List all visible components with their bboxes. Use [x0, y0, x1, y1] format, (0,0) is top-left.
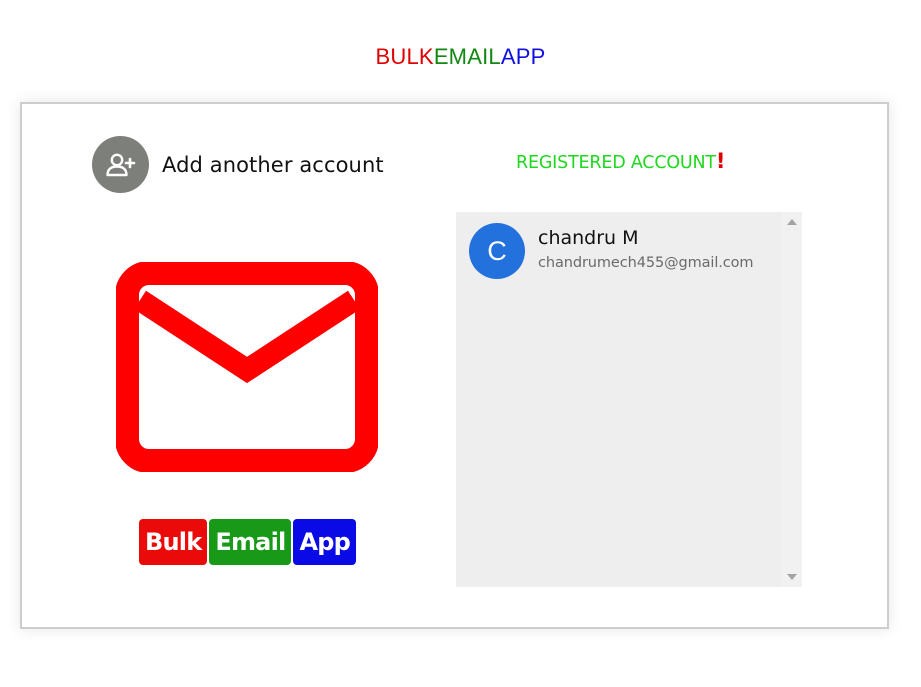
add-account-avatar[interactable]	[92, 136, 149, 193]
brand-badges: Bulk Email App	[139, 519, 356, 565]
alert-mark: !	[715, 149, 726, 173]
account-email: chandrumech455@gmail.com	[538, 255, 754, 271]
add-account-label[interactable]: Add another account	[162, 153, 384, 177]
brand-badge-app: App	[293, 519, 356, 565]
app-title: BULKEMAILAPP	[0, 44, 921, 70]
app-title-email: EMAIL	[433, 44, 501, 69]
account-name: chandru M	[538, 227, 639, 249]
account-list[interactable]: C chandru M chandrumech455@gmail.com	[456, 212, 802, 587]
account-item[interactable]: C chandru M chandrumech455@gmail.com	[469, 223, 754, 279]
scroll-up-icon[interactable]	[787, 219, 797, 225]
brand-badge-email: Email	[209, 519, 292, 565]
scroll-down-icon[interactable]	[787, 574, 797, 580]
avatar[interactable]: C	[469, 223, 525, 279]
app-title-app: APP	[500, 44, 546, 69]
scrollbar[interactable]	[782, 212, 802, 587]
main-card: Add another account Bulk Email App REGIS…	[20, 102, 889, 629]
add-account-button[interactable]: Add another account	[92, 136, 384, 193]
account-text: chandru M chandrumech455@gmail.com	[538, 227, 754, 271]
registered-account-title: REGISTERED ACCOUNT	[516, 153, 716, 173]
app-title-bulk: BULK	[375, 44, 434, 69]
envelope-icon	[115, 261, 379, 476]
registered-account-heading: REGISTERED ACCOUNT!	[516, 149, 726, 173]
brand-badge-bulk: Bulk	[139, 519, 208, 565]
person-add-icon	[105, 153, 135, 176]
